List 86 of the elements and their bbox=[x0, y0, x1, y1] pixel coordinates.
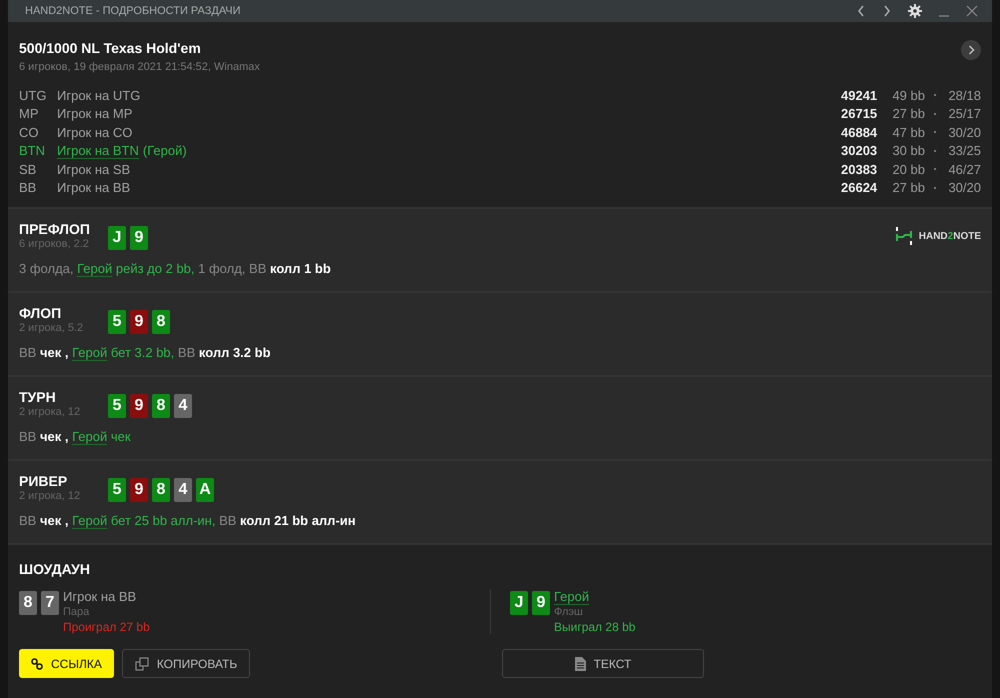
hand2note-logo: HAND2NOTE bbox=[894, 227, 981, 245]
player-name[interactable]: Игрок на BTN bbox=[57, 142, 139, 159]
player-stack-bb: 27 bb bbox=[891, 180, 925, 196]
settings-icon[interactable] bbox=[908, 4, 922, 18]
playing-card: 5 bbox=[108, 394, 126, 418]
hand-result: Проиграл 27 bb bbox=[63, 620, 150, 634]
street-actions: 3 фолда, Герой рейз до 2 bb, 1 фолд, BB колл 1 bb bbox=[19, 261, 332, 276]
copy-button[interactable]: КОПИРОВАТЬ bbox=[122, 649, 250, 678]
hero-link[interactable]: Герой bbox=[72, 513, 108, 529]
playing-card: 4 bbox=[174, 478, 192, 502]
hero-link[interactable]: Герой bbox=[72, 345, 108, 361]
player-name: Игрок на BB bbox=[63, 589, 136, 604]
playing-card: 8 bbox=[152, 478, 170, 502]
player-stack-bb: 30 bb bbox=[891, 143, 925, 158]
hand-rank: Пара bbox=[63, 606, 90, 618]
player-stack-bb: 49 bb bbox=[891, 88, 925, 103]
playing-card: 9 bbox=[532, 591, 550, 615]
player-position: UTG bbox=[19, 88, 48, 103]
player-stack: 46884 bbox=[841, 124, 878, 140]
document-icon bbox=[574, 656, 586, 670]
playing-card: 7 bbox=[41, 591, 59, 615]
player-name[interactable]: Герой bbox=[554, 589, 590, 605]
player-stack-bb: 20 bb bbox=[891, 162, 925, 177]
player-name: Игрок на SB bbox=[57, 162, 130, 177]
playing-card: J bbox=[108, 226, 126, 250]
player-position: MP bbox=[19, 106, 40, 122]
logo-icon bbox=[894, 227, 913, 245]
street-info: 2 игрока, 12 bbox=[19, 406, 82, 418]
playing-card: 4 bbox=[174, 394, 192, 418]
playing-card: J bbox=[510, 591, 528, 615]
link-icon bbox=[31, 658, 43, 670]
player-position: BB bbox=[19, 180, 38, 196]
playing-card: 9 bbox=[130, 478, 148, 502]
hand-title: 500/1000 NL Texas Hold'em bbox=[19, 40, 202, 56]
player-stats: 30/20 bbox=[947, 124, 981, 140]
player-name: Игрок на CO bbox=[57, 124, 132, 140]
player-stack: 30203 bbox=[841, 143, 878, 158]
player-stats: 33/25 bbox=[947, 143, 981, 158]
player-stack: 20383 bbox=[841, 162, 878, 177]
street-name: ФЛОП bbox=[19, 305, 62, 321]
link-button[interactable]: ССЫЛКА bbox=[19, 649, 114, 678]
player-name: Игрок на BB bbox=[57, 180, 130, 196]
hand-result: Выиграл 28 bb bbox=[554, 620, 636, 634]
player-stack: 49241 bbox=[841, 88, 878, 103]
playing-card: 9 bbox=[130, 394, 148, 418]
player-stats: 46/27 bbox=[947, 162, 981, 177]
hero-link[interactable]: Герой bbox=[72, 429, 108, 445]
player-name: Игрок на MP bbox=[57, 106, 132, 122]
street-name: ПРЕФЛОП bbox=[19, 221, 91, 237]
player-position: SB bbox=[19, 162, 38, 177]
player-name: Игрок на UTG bbox=[57, 88, 140, 103]
hero-tag: (Герой) bbox=[142, 142, 187, 159]
playing-card: 8 bbox=[152, 310, 170, 334]
close-icon[interactable] bbox=[966, 5, 978, 17]
street-name: ТУРН bbox=[19, 389, 57, 405]
player-stack: 26715 bbox=[841, 106, 878, 122]
street-name: РИВЕР bbox=[19, 473, 68, 489]
player-stack-bb: 47 bb bbox=[891, 124, 925, 140]
playing-card: 5 bbox=[108, 310, 126, 334]
text-button[interactable]: ТЕКСТ bbox=[502, 649, 704, 678]
hero-link[interactable]: Герой bbox=[77, 261, 112, 277]
hand-rank: Флэш bbox=[554, 606, 584, 618]
street-info: 2 игрока, 5.2 bbox=[19, 322, 84, 334]
player-stats: 30/20 bbox=[947, 180, 981, 196]
street-actions: BB чек , Герой бет 3.2 bb, BB колл 3.2 bb bbox=[19, 345, 272, 360]
playing-card: 8 bbox=[19, 591, 37, 615]
playing-card: 9 bbox=[130, 226, 148, 250]
playing-card: 8 bbox=[152, 394, 170, 418]
player-stack: 26624 bbox=[841, 180, 878, 196]
player-stats: 25/17 bbox=[947, 106, 981, 122]
player-position: CO bbox=[19, 124, 40, 140]
street-actions: BB чек , Герой бет 25 bb алл-ин, BB колл 21 bb алл-ин bbox=[19, 513, 357, 528]
playing-card: 9 bbox=[130, 310, 148, 334]
street-actions: BB чек , Герой чек bbox=[19, 429, 132, 444]
street-info: 2 игрока, 12 bbox=[19, 490, 82, 502]
playing-card: A bbox=[196, 478, 214, 502]
player-position: BTN bbox=[19, 143, 46, 158]
window-title: HAND2NOTE - ПОДРОБНОСТИ РАЗДАЧИ bbox=[25, 5, 241, 17]
hand-subtitle: 6 игроков, 19 февраля 2021 21:54:52, Winamax bbox=[19, 61, 260, 73]
showdown-title: ШОУДАУН bbox=[19, 561, 91, 577]
player-stack-bb: 27 bb bbox=[891, 106, 925, 122]
copy-icon bbox=[134, 656, 149, 670]
player-stats: 28/18 bbox=[947, 88, 981, 103]
playing-card: 5 bbox=[108, 478, 126, 502]
street-info: 6 игроков, 2.2 bbox=[19, 238, 90, 250]
next-hand-icon[interactable] bbox=[961, 40, 981, 60]
